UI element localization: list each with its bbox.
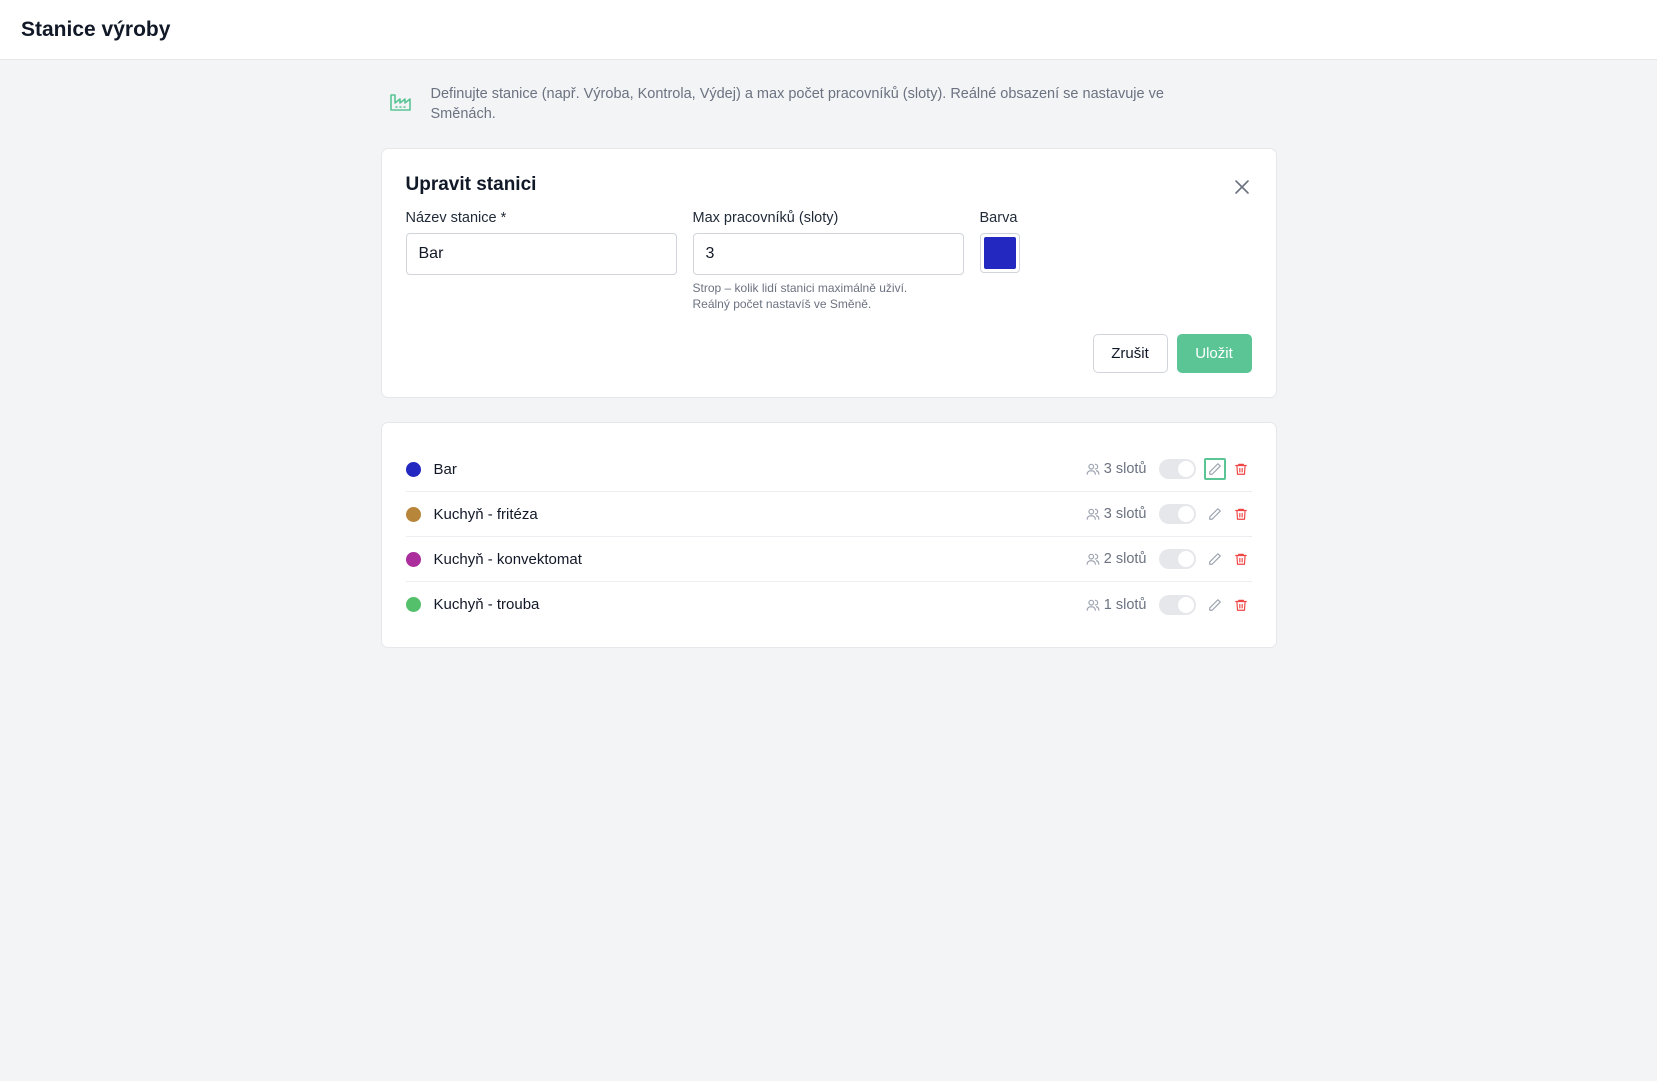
station-row: Kuchyň - konvektomat 2 slotů [405, 537, 1252, 582]
close-button[interactable] [1232, 177, 1252, 197]
station-name-input[interactable] [405, 233, 677, 275]
delete-button[interactable] [1230, 594, 1252, 616]
main-content: Definujte stanice (např. Výroba, Kontrol… [380, 84, 1277, 648]
slots-hint: Strop – kolik lidí stanici maximálně uži… [693, 280, 964, 312]
station-name: Kuchyň - konvektomat [433, 550, 582, 568]
slots-text: 3 slotů [1103, 506, 1147, 522]
info-banner: Definujte stanice (např. Výroba, Kontrol… [381, 84, 1277, 124]
station-list: Bar 3 slotů Kuchyň - fritéza 3 slotů Kuc… [380, 422, 1277, 648]
station-color-dot [405, 597, 421, 612]
slots-text: 3 slotů [1103, 461, 1147, 477]
station-name: Kuchyň - fritéza [433, 505, 538, 523]
station-slots: 2 slotů [1086, 551, 1147, 567]
slots-field-group: Max pracovníků (sloty) Strop – kolik lid… [692, 209, 964, 312]
users-icon [1086, 553, 1100, 565]
name-label: Název stanice * [405, 210, 507, 226]
pencil-icon [1208, 553, 1221, 565]
top-bar: Stanice výroby [0, 0, 1657, 60]
edit-station-card: Upravit stanici Název stanice * Max prac… [380, 148, 1277, 398]
station-name: Bar [433, 460, 457, 478]
station-color-dot [405, 551, 421, 567]
edit-button[interactable] [1204, 548, 1226, 570]
edit-button[interactable] [1204, 594, 1226, 616]
page-title: Stanice výroby [21, 17, 171, 41]
color-swatch-fill [983, 237, 1016, 269]
station-row: Kuchyň - fritéza 3 slotů [405, 492, 1252, 537]
color-label: Barva [979, 210, 1018, 226]
delete-button[interactable] [1230, 548, 1252, 570]
color-picker[interactable] [979, 233, 1020, 273]
slots-label: Max pracovníků (sloty) [692, 210, 839, 226]
delete-button[interactable] [1230, 458, 1252, 480]
station-slots: 3 slotů [1086, 461, 1147, 477]
station-row: Kuchyň - trouba 1 slotů [405, 582, 1252, 627]
info-text: Definujte stanice (např. Výroba, Kontrol… [430, 86, 1164, 122]
station-color-dot [405, 506, 421, 522]
save-button[interactable]: Uložit [1176, 334, 1252, 373]
max-slots-input[interactable] [692, 233, 964, 275]
toggle-knob [1177, 551, 1194, 567]
active-toggle[interactable] [1158, 504, 1196, 524]
slots-hint-line1: Strop – kolik lidí stanici maximálně uži… [692, 281, 908, 295]
delete-button[interactable] [1230, 503, 1252, 525]
form-fields: Název stanice * Max pracovníků (sloty) S… [405, 209, 1252, 312]
toggle-knob [1177, 461, 1194, 477]
users-icon [1086, 599, 1100, 611]
active-toggle[interactable] [1158, 594, 1196, 615]
station-row: Bar 3 slotů [405, 447, 1252, 492]
close-icon [1234, 180, 1249, 194]
toggle-knob [1177, 596, 1194, 613]
edit-form-title: Upravit stanici [405, 174, 537, 195]
slots-text: 2 slotů [1103, 551, 1147, 567]
name-field-group: Název stanice * [405, 209, 677, 312]
pencil-icon [1208, 598, 1221, 611]
users-icon [1086, 508, 1100, 520]
cancel-button[interactable]: Zrušit [1092, 334, 1168, 373]
station-name: Kuchyň - trouba [433, 596, 540, 613]
slots-text: 1 slotů [1103, 596, 1147, 613]
color-field-group: Barva [979, 209, 1020, 312]
station-slots: 3 slotů [1086, 506, 1147, 522]
pencil-icon [1208, 508, 1221, 520]
edit-button[interactable] [1203, 458, 1226, 480]
trash-icon [1234, 553, 1247, 565]
active-toggle[interactable] [1158, 459, 1196, 479]
station-color-dot [405, 461, 421, 477]
trash-icon [1234, 508, 1247, 520]
pencil-icon [1208, 463, 1221, 475]
active-toggle[interactable] [1158, 549, 1196, 569]
trash-icon [1234, 599, 1247, 611]
slots-hint-line2: Reálný počet nastavíš ve Směně. [692, 297, 872, 311]
factory-icon [389, 94, 411, 111]
toggle-knob [1177, 506, 1194, 522]
trash-icon [1234, 463, 1247, 475]
station-slots: 1 slotů [1086, 597, 1147, 613]
users-icon [1086, 463, 1100, 475]
form-actions: Zrušit Uložit [1092, 334, 1252, 373]
edit-button[interactable] [1204, 503, 1226, 525]
